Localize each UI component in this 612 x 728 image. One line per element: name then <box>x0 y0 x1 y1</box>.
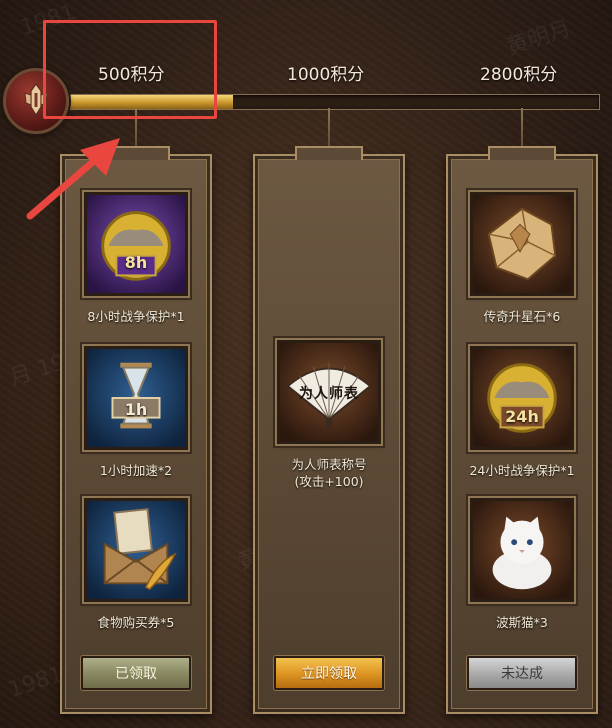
legend-star-stone-icon <box>468 190 576 298</box>
milestone-1000: 1000积分 <box>287 65 365 85</box>
reward-sublabel: (攻击+100) <box>294 474 364 489</box>
reward-item[interactable]: 传奇升星石*6 <box>448 190 596 325</box>
reward-label: 8小时战争保护*1 <box>87 309 185 324</box>
speedup-1h-icon: 1h <box>82 344 190 452</box>
persian-cat-icon <box>468 496 576 604</box>
reward-column-1000: 为人师表 为人师表称号 (攻击+100) 立即领取 <box>253 154 405 714</box>
highlight-box <box>43 20 217 119</box>
title-fan-icon: 为人师表 <box>275 338 383 446</box>
claimed-button[interactable]: 已领取 <box>81 656 191 690</box>
reward-label: 食物购买券*5 <box>97 615 175 630</box>
not-reached-button[interactable]: 未达成 <box>467 656 577 690</box>
reward-label: 传奇升星石*6 <box>483 309 561 324</box>
badge-24h: 24h <box>505 407 539 426</box>
reward-item[interactable]: 1h 1小时加速*2 <box>62 344 210 479</box>
fan-title-text: 为人师表 <box>299 386 359 402</box>
watermark: 黄明月 <box>503 16 575 61</box>
red-arrow-icon <box>26 138 120 220</box>
reward-column-2800: 传奇升星石*6 24h 24小时战争保护*1 波斯猫*3 未达成 <box>446 154 598 714</box>
watermark: 1981 <box>5 661 67 704</box>
food-voucher-icon <box>82 496 190 604</box>
claim-now-button[interactable]: 立即领取 <box>274 656 384 690</box>
reward-label: 1小时加速*2 <box>99 463 173 478</box>
badge-1h: 1h <box>124 400 148 419</box>
badge-8h: 8h <box>124 253 148 272</box>
reward-label: 为人师表称号 <box>291 457 367 472</box>
reward-label: 波斯猫*3 <box>496 615 548 630</box>
reward-label: 24小时战争保护*1 <box>469 463 575 478</box>
reward-item[interactable]: 食物购买券*5 <box>62 496 210 631</box>
war-protection-24h-icon: 24h <box>468 344 576 452</box>
reward-item[interactable]: 24h 24小时战争保护*1 <box>448 344 596 479</box>
reward-column-500: 8h 8小时战争保护*1 1h 1小时加速*2 食物购买券*5 已领取 <box>60 154 212 714</box>
reward-item[interactable]: 波斯猫*3 <box>448 496 596 631</box>
reward-item[interactable]: 为人师表 为人师表称号 (攻击+100) <box>255 338 403 490</box>
milestone-2800: 2800积分 <box>480 65 558 85</box>
